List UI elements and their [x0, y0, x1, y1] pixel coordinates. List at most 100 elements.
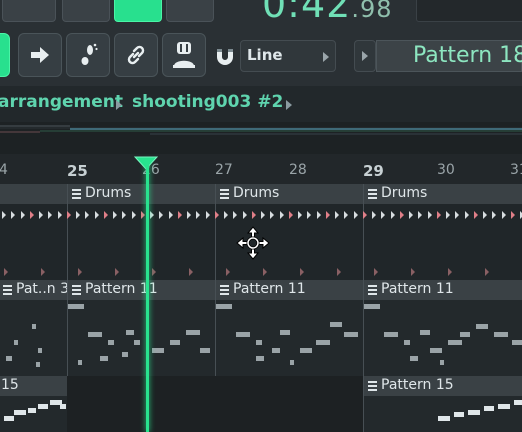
paint-tool-button[interactable]	[66, 33, 110, 77]
note	[186, 330, 200, 335]
drum-step	[11, 211, 16, 219]
note	[460, 332, 470, 337]
pattern-icon	[3, 285, 12, 295]
drum-step	[214, 211, 219, 219]
note	[476, 324, 488, 329]
drum-step	[131, 211, 136, 219]
record-button[interactable]	[2, 0, 56, 22]
breadcrumb-item-arrangement[interactable]: arrangement	[0, 92, 123, 112]
note	[438, 416, 450, 421]
clip-header: Pattern 11	[68, 280, 215, 301]
chevron-right-icon	[116, 100, 122, 110]
stop-button[interactable]	[166, 0, 214, 22]
play-button[interactable]	[114, 0, 162, 22]
slide-tool-button[interactable]	[18, 33, 62, 77]
drum-step	[140, 211, 145, 219]
note	[38, 404, 48, 409]
note	[300, 348, 312, 353]
pattern-icon	[368, 285, 377, 295]
note	[330, 322, 342, 327]
track-bass: 15 Pattern 15	[0, 376, 522, 432]
drum-step	[168, 211, 173, 219]
note	[454, 412, 464, 417]
drum-step	[66, 211, 71, 219]
drum-step	[196, 211, 201, 219]
playhead-line[interactable]	[146, 160, 149, 432]
playlist-toolbar: Line Pattern 18	[0, 26, 522, 86]
drum-step	[381, 211, 386, 219]
note	[316, 340, 330, 345]
melody-notes	[0, 300, 522, 376]
chain-link-icon	[127, 45, 145, 65]
footprint-icon	[81, 43, 98, 65]
clip-header: Drums	[68, 184, 215, 205]
link-tool-button[interactable]	[114, 33, 158, 77]
drum-step	[159, 211, 164, 219]
note	[170, 340, 180, 345]
note	[216, 304, 232, 309]
note	[468, 410, 480, 415]
bar-number: 29	[363, 162, 384, 180]
note	[60, 404, 66, 409]
drum-step	[152, 268, 156, 276]
snap-select-label: Line	[247, 46, 283, 64]
note	[364, 304, 380, 309]
mute-tool-button[interactable]	[162, 33, 206, 77]
pattern-selector[interactable]: Pattern 18	[376, 40, 522, 72]
drum-step	[335, 211, 339, 219]
snap-select[interactable]: Line	[240, 40, 336, 72]
bass-notes	[0, 396, 522, 432]
clip-header: 15	[0, 376, 67, 397]
clip-label: Pattern 11	[381, 281, 454, 297]
drum-step	[251, 211, 256, 219]
timeline-ruler[interactable]: 4 25 26 27 28 29 30 31	[0, 154, 522, 184]
draw-tool-button[interactable]	[0, 33, 10, 77]
playlist-tracks: Drums Drums Drums Pat..n 3 Pattern 11 Pa…	[0, 184, 522, 432]
breadcrumb-item-project[interactable]: shooting003 #2	[132, 92, 283, 112]
clip-header: Pattern 11	[364, 280, 522, 301]
note	[440, 360, 444, 365]
clip-header: Pattern 11	[216, 280, 363, 301]
note	[280, 330, 290, 335]
clip-label: Pattern 11	[233, 281, 306, 297]
note	[126, 330, 134, 335]
drum-step	[177, 211, 182, 219]
note	[88, 332, 102, 337]
playlist-overview[interactable]	[0, 122, 522, 154]
note	[152, 348, 164, 353]
note	[290, 360, 294, 365]
drum-step	[226, 268, 230, 276]
drum-step	[300, 268, 304, 276]
drum-step	[41, 268, 45, 276]
note	[344, 332, 358, 337]
drum-step	[2, 211, 6, 219]
note	[384, 332, 398, 337]
pattern-icon	[72, 285, 81, 295]
pattern-selector-label: Pattern 18	[413, 43, 522, 68]
chevron-right-icon	[323, 52, 329, 62]
breadcrumb: arrangement shooting003 #2	[0, 86, 522, 122]
drum-step	[501, 211, 506, 219]
drum-step	[316, 211, 321, 219]
pattern-icon	[368, 381, 377, 391]
drum-step	[270, 211, 275, 219]
drum-step	[485, 268, 489, 276]
note	[14, 340, 18, 345]
note	[4, 416, 14, 421]
note	[32, 324, 36, 329]
drum-step	[464, 211, 469, 219]
drum-step	[4, 268, 8, 276]
clip-label: Pattern 15	[381, 377, 454, 393]
drum-step	[325, 211, 330, 219]
pattern-menu-button[interactable]	[354, 40, 376, 72]
note	[410, 356, 418, 361]
pattern-song-button[interactable]	[62, 0, 110, 22]
clip-label: 15	[1, 377, 19, 393]
drum-step	[483, 211, 487, 219]
pattern-icon	[368, 189, 377, 199]
drum-step	[448, 268, 452, 276]
note	[14, 410, 26, 415]
clip-header	[0, 184, 67, 205]
note	[484, 406, 494, 411]
bar-number: 27	[215, 162, 233, 178]
